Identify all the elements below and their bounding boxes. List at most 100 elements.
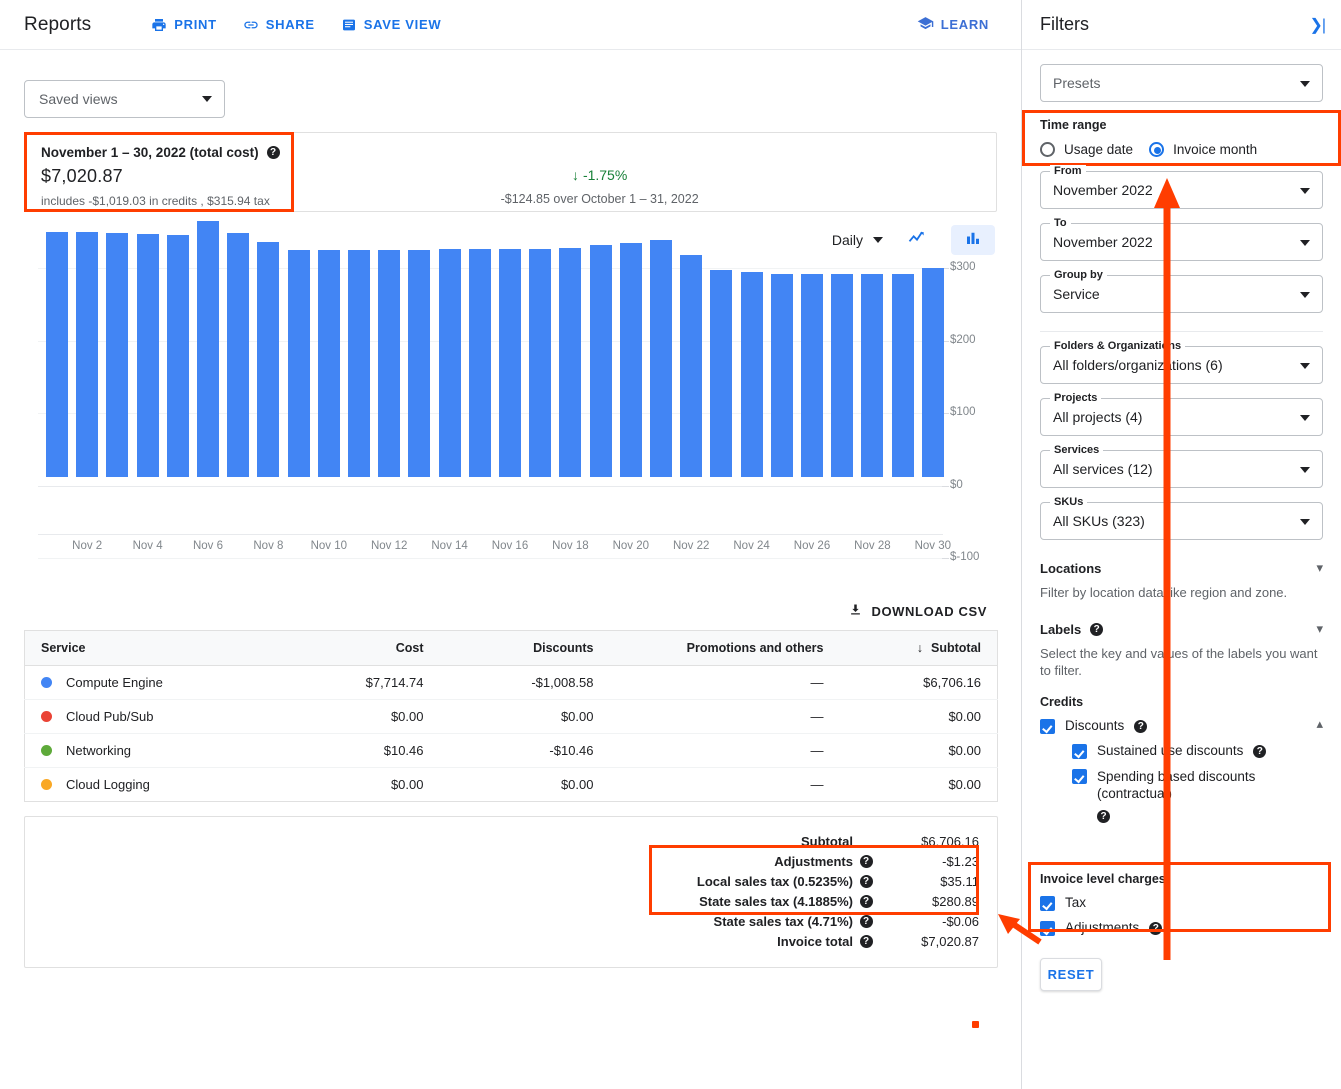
- chart-bar[interactable]: [921, 268, 944, 477]
- download-csv-button[interactable]: DOWNLOAD CSV: [848, 602, 987, 620]
- granularity-select[interactable]: Daily: [832, 232, 883, 248]
- chart-bar[interactable]: [499, 248, 521, 477]
- presets-select[interactable]: Presets: [1040, 64, 1323, 102]
- chart-plot-area: $300 $200 $100 $0 $-100 Nov 2 Nov 4 Nov 6 Nov 8…: [24, 220, 997, 598]
- chart-bar[interactable]: [166, 235, 189, 477]
- download-csv-label: DOWNLOAD CSV: [871, 603, 987, 619]
- checkbox-checked-icon[interactable]: [1040, 921, 1055, 936]
- filter-field-b2[interactable]: Services All services (12): [1040, 444, 1323, 488]
- chart-bar[interactable]: [46, 232, 68, 477]
- collapse-panel-icon[interactable]: ❯|: [1309, 15, 1326, 35]
- help-icon[interactable]: ?: [1149, 922, 1163, 935]
- chart-bar[interactable]: [136, 234, 159, 477]
- filter-field-0[interactable]: From November 2022: [1040, 165, 1323, 209]
- filter-field-b3[interactable]: SKUs All SKUs (323): [1040, 496, 1323, 540]
- radio-invoice-month[interactable]: Invoice month: [1149, 142, 1257, 157]
- labels-accordion[interactable]: Labels ? ▾: [1040, 621, 1323, 637]
- col-subtotal[interactable]: ↓ Subtotal: [839, 630, 998, 666]
- chart-bar[interactable]: [529, 248, 552, 477]
- save-view-button[interactable]: SAVE VIEW: [341, 17, 442, 33]
- table-row[interactable]: Cloud Pub/Sub $0.00 $0.00— $0.00: [24, 699, 998, 734]
- col-promotions[interactable]: Promotions and others: [609, 630, 840, 666]
- filter-field-b0[interactable]: Folders & Organizations All folders/organ…: [1040, 340, 1323, 384]
- sustained-use-discounts-row[interactable]: Sustained use discounts ?: [1072, 743, 1323, 759]
- checkbox-checked-icon[interactable]: [1072, 769, 1087, 784]
- x-tick-label: Nov 6: [192, 540, 224, 552]
- discounts-row[interactable]: Discounts ? ▴: [1040, 713, 1323, 734]
- totals-help[interactable]: ?: [853, 874, 879, 888]
- col-discounts[interactable]: Discounts: [439, 630, 610, 666]
- chart-bar[interactable]: [740, 272, 763, 477]
- chart-bar[interactable]: [589, 245, 612, 477]
- totals-help[interactable]: ?: [853, 914, 879, 928]
- chart-bar[interactable]: [559, 247, 582, 477]
- chart-bar[interactable]: [831, 274, 854, 477]
- series-color-dot: [41, 779, 52, 790]
- chart-bar[interactable]: [801, 274, 823, 477]
- table-row[interactable]: Networking $10.46 -$10.46— $0.00: [24, 733, 998, 768]
- col-service[interactable]: Service: [24, 630, 325, 666]
- help-icon[interactable]: ?: [266, 146, 280, 159]
- bar-chart-toggle[interactable]: [951, 225, 995, 255]
- spending-based-discounts-label: Spending based discounts (contractual): [1097, 769, 1256, 801]
- chart-bar[interactable]: [408, 249, 431, 477]
- table-row[interactable]: Cloud Logging $0.00 $0.00 — $0.00: [25, 768, 998, 802]
- chart-bar[interactable]: [106, 233, 129, 477]
- series-color-dot: [41, 677, 52, 688]
- totals-help[interactable]: ?: [853, 894, 879, 908]
- help-icon[interactable]: ?: [1097, 810, 1110, 823]
- adjustments-row[interactable]: Adjustments ?: [1040, 920, 1323, 936]
- toolbar-actions: PRINT SHARE SAVE VIEW: [151, 17, 441, 33]
- chart-bar[interactable]: [317, 249, 340, 477]
- help-icon[interactable]: ?: [859, 874, 873, 888]
- chart-bar[interactable]: [197, 220, 219, 477]
- filter-field-b1[interactable]: Projects All projects (4): [1040, 392, 1323, 436]
- chart-bar[interactable]: [650, 240, 672, 477]
- labels-help: Select the key and values of the labels …: [1040, 646, 1318, 678]
- help-icon[interactable]: ?: [859, 854, 873, 868]
- chart-bar[interactable]: [891, 274, 914, 477]
- chart-bar[interactable]: [348, 249, 370, 477]
- help-icon[interactable]: ?: [1134, 720, 1148, 733]
- checkbox-checked-icon[interactable]: [1040, 896, 1055, 911]
- locations-accordion[interactable]: Locations ▾: [1040, 560, 1323, 576]
- tax-row[interactable]: Tax: [1040, 895, 1323, 911]
- help-icon[interactable]: ?: [859, 934, 873, 948]
- chart-bar[interactable]: [257, 242, 280, 477]
- help-icon[interactable]: ?: [1090, 622, 1104, 636]
- chart-bar[interactable]: [287, 249, 310, 477]
- chart-bar[interactable]: [378, 249, 401, 477]
- chart-bar[interactable]: [438, 248, 461, 477]
- print-button[interactable]: PRINT: [151, 17, 217, 33]
- chart-bar[interactable]: [710, 270, 733, 477]
- filter-field-1[interactable]: To November 2022: [1040, 217, 1323, 261]
- checkbox-checked-icon[interactable]: [1040, 719, 1055, 734]
- line-chart-toggle[interactable]: [895, 225, 939, 255]
- totals-help[interactable]: ?: [853, 934, 879, 948]
- radio-usage-date[interactable]: Usage date: [1040, 142, 1133, 157]
- saved-views-select[interactable]: Saved views: [24, 80, 225, 118]
- chart-bar[interactable]: [227, 233, 250, 477]
- col-cost[interactable]: Cost: [324, 630, 440, 666]
- chart-bar[interactable]: [770, 274, 793, 477]
- help-icon[interactable]: ?: [1253, 745, 1267, 758]
- cell-service: Cloud Pub/Sub: [24, 699, 325, 734]
- chart-bar[interactable]: [861, 274, 884, 477]
- learn-button[interactable]: LEARN: [917, 15, 989, 35]
- table-row[interactable]: Compute Engine $7,714.74 -$1,008.58— $6,706…: [24, 665, 998, 700]
- top-toolbar: Reports PRINT SHARE SAVE VIEW LEARN: [0, 0, 1021, 50]
- checkbox-checked-icon[interactable]: [1072, 744, 1087, 759]
- filter-field-2[interactable]: Group by Service: [1040, 269, 1323, 313]
- chart-bar[interactable]: [76, 232, 99, 477]
- totals-help[interactable]: ?: [853, 854, 879, 868]
- chevron-up-icon[interactable]: ▴: [1316, 716, 1323, 732]
- spending-based-discounts-row[interactable]: Spending based discounts (contractual): [1072, 768, 1323, 802]
- chart-bar[interactable]: [619, 243, 642, 477]
- reset-button[interactable]: RESET: [1040, 958, 1102, 991]
- credits-title: Credits: [1040, 695, 1084, 709]
- help-icon[interactable]: ?: [859, 894, 873, 908]
- chart-bar[interactable]: [468, 248, 491, 477]
- help-icon[interactable]: ?: [859, 914, 873, 928]
- share-button[interactable]: SHARE: [243, 17, 315, 33]
- chart-bar[interactable]: [680, 254, 703, 477]
